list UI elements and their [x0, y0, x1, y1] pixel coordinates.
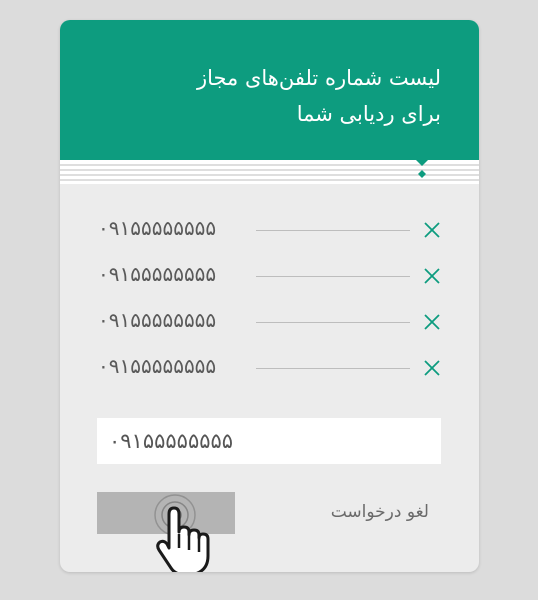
list-item: ۰۹۱۵۵۵۵۵۵۵۵ [60, 346, 479, 392]
title-line-2: برای ردیابی شما [296, 102, 441, 126]
divider-line [256, 230, 410, 231]
phone-input[interactable] [97, 418, 441, 464]
close-icon[interactable] [422, 220, 442, 240]
divider-line [256, 368, 410, 369]
list-item: ۰۹۱۵۵۵۵۵۵۵۵ [60, 208, 479, 254]
close-icon[interactable] [422, 358, 442, 378]
list-item: ۰۹۱۵۵۵۵۵۵۵۵ [60, 254, 479, 300]
phone-list-card: لیست شماره تلفن‌های مجاز برای ردیابی شما… [60, 20, 479, 572]
list-item: ۰۹۱۵۵۵۵۵۵۵۵ [60, 300, 479, 346]
page-title: لیست شماره تلفن‌های مجاز برای ردیابی شما [101, 60, 441, 132]
card-header: لیست شماره تلفن‌های مجاز برای ردیابی شما [60, 20, 479, 160]
cancel-request-link[interactable]: لغو درخواست [331, 502, 429, 522]
phone-number: ۰۹۱۵۵۵۵۵۵۵۵ [98, 354, 217, 378]
hand-pointer-icon [154, 494, 210, 572]
header-divider [60, 160, 479, 184]
close-icon[interactable] [422, 266, 442, 286]
phone-number: ۰۹۱۵۵۵۵۵۵۵۵ [98, 308, 217, 332]
phone-number: ۰۹۱۵۵۵۵۵۵۵۵ [98, 262, 217, 286]
title-line-1: لیست شماره تلفن‌های مجاز [196, 66, 441, 90]
close-icon[interactable] [422, 312, 442, 332]
divider-line [256, 322, 410, 323]
phone-number: ۰۹۱۵۵۵۵۵۵۵۵ [98, 216, 217, 240]
divider-line [256, 276, 410, 277]
